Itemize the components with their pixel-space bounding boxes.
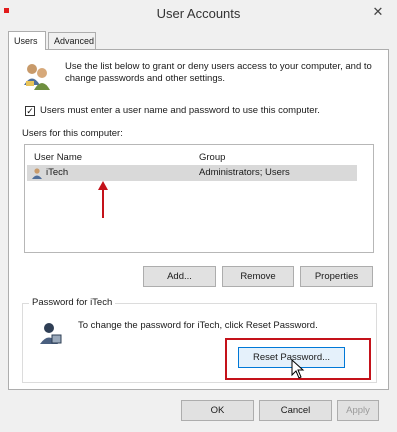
title-bar: User Accounts ✕: [0, 0, 397, 27]
remove-button[interactable]: Remove: [222, 266, 294, 287]
red-marker: [4, 8, 9, 13]
user-list[interactable]: User Name Group iTech Administrators; Us…: [24, 144, 374, 253]
users-tab-panel: Use the list below to grant or deny user…: [8, 49, 389, 390]
password-group-legend: Password for iTech: [29, 297, 116, 308]
tab-users-label: Users: [14, 36, 38, 46]
users-list-label: Users for this computer:: [22, 128, 123, 139]
properties-button[interactable]: Properties: [300, 266, 373, 287]
column-header-user-name[interactable]: User Name: [34, 152, 82, 163]
user-password-icon: [40, 323, 62, 344]
cancel-button[interactable]: Cancel: [259, 400, 332, 421]
red-arrow-icon: [98, 181, 108, 218]
apply-button[interactable]: Apply: [337, 400, 379, 421]
mouse-cursor-icon: [291, 359, 305, 379]
require-login-label: Users must enter a user name and passwor…: [40, 105, 320, 116]
column-header-group[interactable]: Group: [199, 152, 225, 163]
tab-users[interactable]: Users: [8, 31, 46, 50]
row-group: Administrators; Users: [199, 167, 290, 178]
require-login-checkbox[interactable]: ✓: [25, 106, 35, 116]
close-button[interactable]: ✕: [367, 2, 389, 22]
users-icon: [24, 64, 50, 90]
ok-button[interactable]: OK: [181, 400, 254, 421]
password-instructions: To change the password for iTech, click …: [78, 320, 318, 331]
tab-advanced[interactable]: Advanced: [48, 32, 96, 50]
row-user-name: iTech: [46, 167, 69, 178]
user-icon: [32, 168, 42, 179]
add-button[interactable]: Add...: [143, 266, 216, 287]
tab-advanced-label: Advanced: [54, 36, 95, 46]
table-row[interactable]: iTech Administrators; Users: [27, 165, 357, 181]
window-title: User Accounts: [156, 6, 241, 21]
intro-text: Use the list below to grant or deny user…: [65, 61, 372, 84]
